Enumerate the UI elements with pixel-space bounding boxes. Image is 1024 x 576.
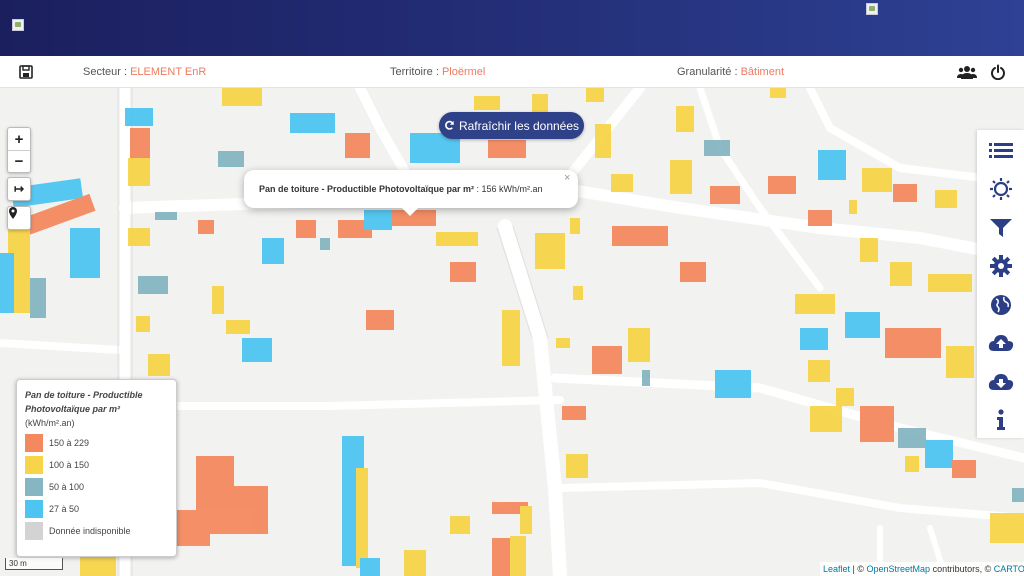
legend-label: 100 à 150 [49,460,90,470]
popup-title: Pan de toiture - Productible Photovoltaï… [259,184,475,194]
legend-label: 27 à 50 [49,504,80,514]
measure-button[interactable]: ↦ [8,178,30,200]
legend-item: 27 à 50 [25,498,168,520]
secteur-field: Secteur : ELEMENT EnR [83,66,206,78]
upload-button[interactable] [977,324,1024,362]
secteur-value[interactable]: ELEMENT EnR [130,66,206,78]
map-attribution: Leaflet | © OpenStreetMap contributors, … [820,562,1024,576]
zoom-in-button[interactable]: + [8,128,30,150]
territoire-value[interactable]: Ploërmel [442,66,485,78]
legend-item: Donnée indisponible [25,520,168,542]
popup-value: : 156 kWh/m².an [474,184,543,194]
info-button[interactable] [977,401,1024,439]
filter-button[interactable] [977,209,1024,247]
measure-control: ↦ [7,177,31,201]
legend-item: 150 à 229 [25,432,168,454]
users-icon[interactable] [957,64,977,80]
popup-tip [401,207,419,216]
feature-popup: Pan de toiture - Productible Photovoltaï… [244,170,578,208]
refresh-icon [445,120,454,130]
legend-unit: (kWh/m².an) [25,418,75,428]
granularite-field: Granularité : Bâtiment [677,66,784,78]
osm-link[interactable]: OpenStreetMap [867,564,931,574]
power-icon[interactable] [990,64,1008,81]
logo-left [12,19,24,31]
legend-swatch [25,434,43,452]
legend-title-line-1: Pan de toiture - Productible [25,390,143,400]
upload-icon [988,335,1013,351]
zoom-out-button[interactable]: − [8,150,30,172]
globe-icon [990,295,1011,315]
layers-list-icon [988,143,1013,158]
save-icon[interactable] [18,64,36,80]
legend-swatch [25,522,43,540]
download-button[interactable] [977,363,1024,401]
sun-icon [989,178,1012,200]
attribution-sep: | © [850,564,867,574]
legend-item: 50 à 100 [25,476,168,498]
legend-label: 50 à 100 [49,482,85,492]
locate-button[interactable] [8,207,30,229]
globe-button[interactable] [977,286,1024,324]
location-pin-icon [9,207,17,219]
territoire-field: Territoire : Ploërmel [390,66,485,78]
toolbar: Secteur : ELEMENT EnR Territoire : Ploër… [0,56,1024,88]
settings-icon [989,255,1012,277]
app-header [0,0,1024,56]
territoire-label: Territoire : [390,66,442,78]
legend-label: 150 à 229 [49,438,90,448]
zoom-control: + − [7,127,31,173]
info-icon [996,409,1005,430]
legend-swatch [25,500,43,518]
legend-swatch [25,478,43,496]
refresh-data-label: Rafraîchir les données [458,118,580,133]
map-legend: Pan de toiture - Productible Photovoltaï… [16,379,177,557]
legend-item: 100 à 150 [25,454,168,476]
leaflet-link[interactable]: Leaflet [823,564,850,574]
granularite-label: Granularité : [677,66,741,78]
locate-control [7,206,31,230]
legend-title-line-2: Photovoltaïque par m² [25,404,121,414]
layers-list-button[interactable] [977,132,1024,170]
carto-link[interactable]: CARTO [994,564,1024,574]
attribution-contributors: contributors, © [930,564,994,574]
scale-bar: 30 m [5,558,63,570]
refresh-data-button[interactable]: Rafraîchir les données [439,112,584,139]
secteur-label: Secteur : [83,66,131,78]
granularite-value[interactable]: Bâtiment [741,66,784,78]
legend-label: Donnée indisponible [49,526,131,536]
filter-icon [989,219,1012,237]
settings-button[interactable] [977,247,1024,285]
logo-right [866,3,878,15]
legend-swatch [25,456,43,474]
right-tool-panel [977,130,1024,438]
sun-button[interactable] [977,170,1024,208]
popup-close-button[interactable]: × [564,172,570,184]
download-icon [988,374,1013,390]
